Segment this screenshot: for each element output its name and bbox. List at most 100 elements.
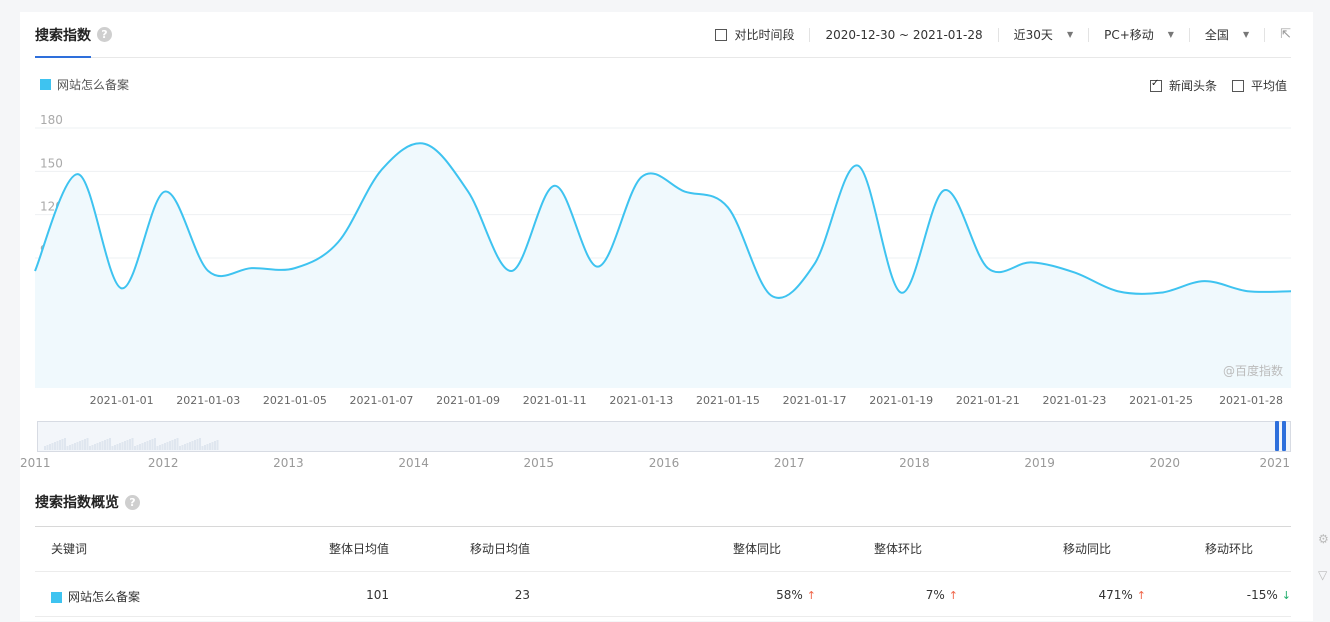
minimap-year-label: 2020 [1150,456,1181,470]
arrow-up-icon: ↑ [806,589,816,602]
overview-title: 搜索指数概览 [35,495,119,511]
minimap-bar [94,444,96,450]
minimap-bar [181,445,184,450]
minimap-bar [189,442,191,450]
minimap-bar [191,441,194,450]
minimap-year-label: 2021 [1259,456,1290,470]
minimap-bar [86,438,89,450]
minimap-bar [76,442,79,450]
minimap-bar [81,440,84,450]
minimap-bar [204,445,206,450]
x-tick-label: 2021-01-13 [609,394,673,407]
minimap-bar [106,439,109,450]
minimap-bar [179,446,181,450]
all-mom-cell: 7% ↑ [926,572,958,616]
help-icon[interactable]: ? [125,494,140,510]
arrow-up-icon: ↑ [948,589,958,602]
minimap-bar [46,445,49,450]
minimap-bar [116,444,119,450]
y-tick-label: 150 [40,156,63,170]
x-tick-label: 2021-01-25 [1129,394,1193,407]
minimap-bar [154,438,156,450]
minimap-handle-right [1282,421,1286,451]
x-tick-label: 2021-01-15 [696,394,760,407]
minimap-year-label: 2014 [398,456,429,470]
minimap-bar [184,444,186,450]
minimap-year-label: 2019 [1024,456,1055,470]
minimap-bar [139,444,141,450]
minimap-bar [164,443,166,450]
minimap-handle-left [1275,421,1279,451]
x-tick-label: 2021-01-05 [263,394,327,407]
minimap-bar [159,445,161,450]
x-tick-label: 2021-01-01 [90,394,154,407]
minimap-bar [171,440,174,450]
minimap-bar [151,439,154,450]
minimap-bar [129,439,131,450]
minimap-year-label: 2016 [649,456,680,470]
col-mobile-mom: 移动环比 [1205,542,1254,556]
arrow-up-icon: ↑ [1136,589,1146,602]
minimap-bar [161,444,164,450]
keyword-cell: 网站怎么备案 [51,572,140,622]
minimap-bar [104,440,106,450]
mobile-mom-cell: -15% ↓ [1247,572,1291,616]
x-tick-label: 2021-01-17 [783,394,847,407]
minimap-bar [186,443,189,450]
mobile-avg-value: 23 [514,588,530,602]
minimap-bar [166,442,169,450]
minimap-year-label: 2012 [148,456,179,470]
x-tick-label: 2021-01-09 [436,394,500,407]
minimap-year-label: 2018 [899,456,930,470]
minimap-bar [124,441,126,450]
minimap-year-label: 2011 [20,456,51,470]
table-row: 网站怎么备案 101 23 58% ↑ 7% ↑ 471% ↑ -15% ↓ [35,572,1291,617]
side-toolbar: ⚙ ▽ [1318,532,1330,604]
minimap-bar [114,445,116,450]
mobile-mom-value: -15% [1246,588,1278,602]
arrow-down-icon: ↓ [1281,589,1291,602]
minimap-bar [146,441,149,450]
minimap-bar [49,444,51,450]
minimap-bar [201,446,204,450]
minimap-bar [131,438,134,450]
col-keyword: 关键词 [51,542,88,556]
minimap-bar [134,446,136,450]
minimap-bar [206,444,209,450]
table-header-row: 关键词 整体日均值 移动日均值 整体同比 整体环比 移动同比 移动环比 [35,527,1291,572]
minimap-bar [211,442,214,450]
minimap-bar [74,443,76,450]
minimap-bar [126,440,129,450]
search-index-chart: 306090120150180@百度指数2021-01-012021-01-03… [20,113,1292,470]
minimap-bar [61,439,64,450]
search-index-card: 搜索指数 ? 对比时间段 2020-12-30 ~ 2021-01-28 近30… [20,12,1313,621]
minimap-year-label: 2015 [524,456,555,470]
minimap-bar [144,442,146,450]
mobile-yoy-value: 471% [1098,588,1133,602]
minimap-bar [71,444,74,450]
minimap-bar [89,446,91,450]
minimap-bar [66,446,69,450]
minimap-bar [121,442,124,450]
minimap-bar [119,443,121,450]
minimap-bar [136,445,139,450]
y-tick-label: 180 [40,113,63,127]
minimap-bar [79,441,81,450]
minimap-bar [64,438,66,450]
x-tick-label: 2021-01-07 [350,394,414,407]
all-yoy-cell: 58% ↑ [776,572,816,616]
minimap-bar [194,440,196,450]
overview-title-group: 搜索指数概览 ? [35,492,140,512]
minimap-bar [44,446,46,450]
x-tick-label: 2021-01-28 [1219,394,1283,407]
minimap-bar [109,438,111,450]
minimap-bar [56,441,59,450]
x-tick-label: 2021-01-19 [869,394,933,407]
settings-icon[interactable]: ⚙ [1318,532,1330,546]
filter-icon[interactable]: ▽ [1318,568,1330,582]
overview-table: 关键词 整体日均值 移动日均值 整体同比 整体环比 移动同比 移动环比 网站怎么… [35,526,1291,617]
keyword-swatch [51,591,62,603]
all-avg-value: 101 [366,588,389,602]
minimap-bar [214,441,216,450]
minimap-bar [196,439,199,450]
